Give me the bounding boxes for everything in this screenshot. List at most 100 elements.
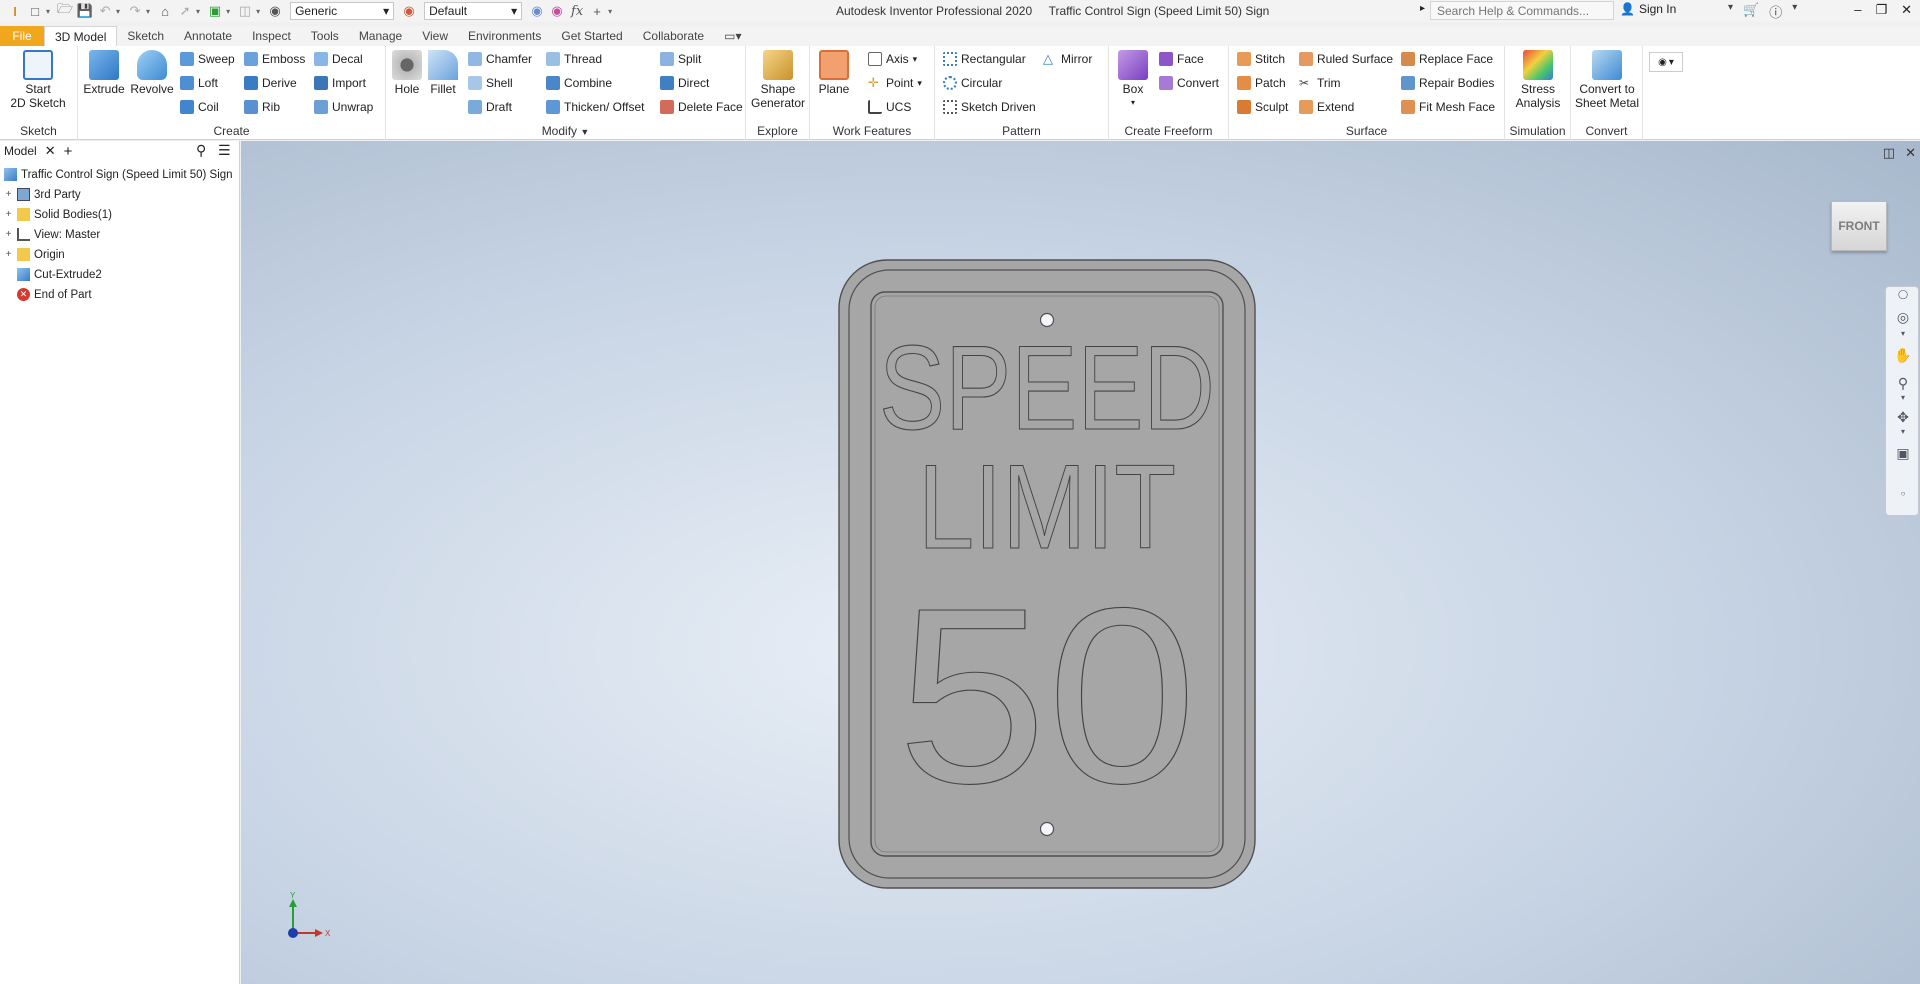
sculpt-button[interactable]: Sculpt <box>1237 100 1288 114</box>
cart-icon[interactable]: 🛒 <box>1743 2 1759 21</box>
minimize-icon[interactable]: – <box>1854 2 1861 18</box>
stress-analysis-button[interactable]: Stress Analysis <box>1509 50 1567 110</box>
start-sketch-button[interactable]: Start 2D Sketch <box>8 50 68 110</box>
tree-item-cut-extrude2[interactable]: Cut-Extrude2 <box>17 268 102 281</box>
restore-icon[interactable]: ❐ <box>1875 2 1887 18</box>
add-tab-icon[interactable]: + <box>64 143 73 160</box>
face-button[interactable]: Face <box>1159 52 1204 66</box>
thread-button[interactable]: Thread <box>546 52 602 66</box>
update-icon[interactable]: ▣ <box>206 2 224 20</box>
close-document-icon[interactable]: ✕ <box>1905 145 1916 161</box>
tree-item-view-master[interactable]: + View: Master <box>4 228 100 241</box>
convert-sheet-metal-button[interactable]: Convert to Sheet Metal <box>1573 50 1641 110</box>
clear-appearance-icon[interactable]: ◉ <box>528 2 546 20</box>
split-button[interactable]: Split <box>660 52 701 66</box>
patch-button[interactable]: Patch <box>1237 76 1286 90</box>
measure-dropdown-icon[interactable]: ▾ <box>256 7 260 16</box>
help-icon[interactable]: ⓘ <box>1769 2 1782 21</box>
tab-environments[interactable]: Environments <box>458 26 551 46</box>
expand-icon[interactable]: + <box>4 189 13 200</box>
expand-icon[interactable]: + <box>4 249 13 260</box>
tree-item-end-of-part[interactable]: ✕ End of Part <box>17 288 92 301</box>
box-button[interactable]: Box ▾ <box>1115 50 1151 110</box>
tab-inspect[interactable]: Inspect <box>242 26 301 46</box>
shape-generator-button[interactable]: Shape Generator <box>750 50 806 110</box>
loft-button[interactable]: Loft <box>180 76 218 90</box>
adjust-appearance-icon[interactable]: ◉ <box>548 2 566 20</box>
stitch-button[interactable]: Stitch <box>1237 52 1285 66</box>
update-dropdown-icon[interactable]: ▾ <box>226 7 230 16</box>
tab-file[interactable]: File <box>0 26 44 46</box>
import-button[interactable]: Import <box>314 76 366 90</box>
panel-label-modify[interactable]: Modify ▼ <box>386 124 745 138</box>
speed-limit-sign[interactable]: SPEED LIMIT 50 <box>837 258 1259 892</box>
viewcube[interactable]: FRONT <box>1831 201 1887 251</box>
tab-3d-model[interactable]: 3D Model <box>44 26 118 46</box>
expand-icon[interactable]: + <box>4 229 13 240</box>
circular-pattern-button[interactable]: Circular <box>943 76 1002 90</box>
search-arrow-icon[interactable]: ▸ <box>1420 3 1425 14</box>
plus-icon[interactable]: + <box>588 2 606 20</box>
undo-icon[interactable]: ↶ <box>96 2 114 20</box>
fillet-button[interactable]: Fillet <box>426 50 460 96</box>
open-icon[interactable]: 🗁 <box>56 1 74 20</box>
sketch-driven-pattern-button[interactable]: Sketch Driven <box>943 100 1036 114</box>
direct-button[interactable]: Direct <box>660 76 709 90</box>
sweep-button[interactable]: Sweep <box>180 52 235 66</box>
tree-root[interactable]: Traffic Control Sign (Speed Limit 50) Si… <box>4 168 233 181</box>
thicken-offset-button[interactable]: Thicken/ Offset <box>546 100 644 114</box>
rectangular-pattern-button[interactable]: Rectangular <box>943 52 1026 66</box>
select-icon[interactable]: ➚ <box>176 2 194 20</box>
replace-face-button[interactable]: Replace Face <box>1401 52 1493 66</box>
tab-get-started[interactable]: Get Started <box>551 26 632 46</box>
chamfer-button[interactable]: Chamfer <box>468 52 532 66</box>
delete-face-button[interactable]: Delete Face <box>660 100 743 114</box>
tab-annotate[interactable]: Annotate <box>174 26 242 46</box>
measure-icon[interactable]: ◫ <box>236 2 254 20</box>
mirror-button[interactable]: △ Mirror <box>1043 52 1092 67</box>
convert-button[interactable]: Convert <box>1159 76 1219 90</box>
tab-collaborate[interactable]: Collaborate <box>633 26 714 46</box>
extrude-button[interactable]: Extrude <box>82 50 126 96</box>
home-icon[interactable]: ⌂ <box>156 2 174 20</box>
save-icon[interactable]: 💾 <box>76 2 94 20</box>
nav-customize-icon[interactable]: ○ <box>1894 489 1912 507</box>
close-icon[interactable]: ◯ <box>1894 289 1912 307</box>
revolve-button[interactable]: Revolve <box>128 50 176 96</box>
emboss-button[interactable]: Emboss <box>244 52 305 66</box>
ribbon-customize-button[interactable]: ◉ ▾ <box>1649 52 1683 72</box>
fit-mesh-face-button[interactable]: Fit Mesh Face <box>1401 100 1495 114</box>
repair-bodies-button[interactable]: Repair Bodies <box>1401 76 1494 90</box>
coil-button[interactable]: Coil <box>180 100 219 114</box>
axis-button[interactable]: Axis ▾ <box>868 52 917 66</box>
point-button[interactable]: ✛ Point ▾ <box>868 76 922 91</box>
parameters-icon[interactable]: fx <box>568 2 586 20</box>
tab-view[interactable]: View <box>412 26 458 46</box>
graphics-window[interactable]: ◫ ✕ SPEED LIMIT 50 FRONT ◯ ◎ ▾ ✋ ⚲ ▾ ✥ ▾… <box>241 141 1920 984</box>
steering-wheel-icon[interactable]: ◎ <box>1894 309 1912 327</box>
customize-qat-icon[interactable]: ▾ <box>608 7 612 16</box>
signin-dropdown-icon[interactable]: ▾ <box>1728 2 1733 21</box>
sign-in-button[interactable]: 👤 Sign In <box>1620 2 1676 16</box>
redo-icon[interactable]: ↷ <box>126 2 144 20</box>
app-logo-icon[interactable]: I <box>6 2 24 20</box>
ribbon-options-button[interactable]: ▭▾ <box>714 26 751 46</box>
combine-button[interactable]: Combine <box>546 76 612 90</box>
ruled-surface-button[interactable]: Ruled Surface <box>1299 52 1393 66</box>
plane-button[interactable]: Plane <box>816 50 852 96</box>
chevron-down-icon[interactable]: ▾ <box>1894 427 1912 445</box>
browser-tab-model[interactable]: Model <box>4 144 37 158</box>
tree-item-origin[interactable]: + Origin <box>4 248 65 261</box>
unwrap-button[interactable]: Unwrap <box>314 100 373 114</box>
help-dropdown-icon[interactable]: ▾ <box>1792 2 1797 21</box>
search-input[interactable] <box>1430 1 1614 20</box>
search-icon[interactable]: ⚲ <box>196 142 206 159</box>
tab-manage[interactable]: Manage <box>349 26 412 46</box>
select-dropdown-icon[interactable]: ▾ <box>196 7 200 16</box>
chevron-down-icon[interactable]: ▾ <box>1894 329 1912 347</box>
decal-button[interactable]: Decal <box>314 52 363 66</box>
tree-item-3rd-party[interactable]: + 3rd Party <box>4 188 81 201</box>
appearance-icon[interactable]: ◉ <box>400 2 418 20</box>
hole-button[interactable]: Hole <box>390 50 424 96</box>
material-dropdown[interactable]: Generic ▾ <box>290 2 395 20</box>
